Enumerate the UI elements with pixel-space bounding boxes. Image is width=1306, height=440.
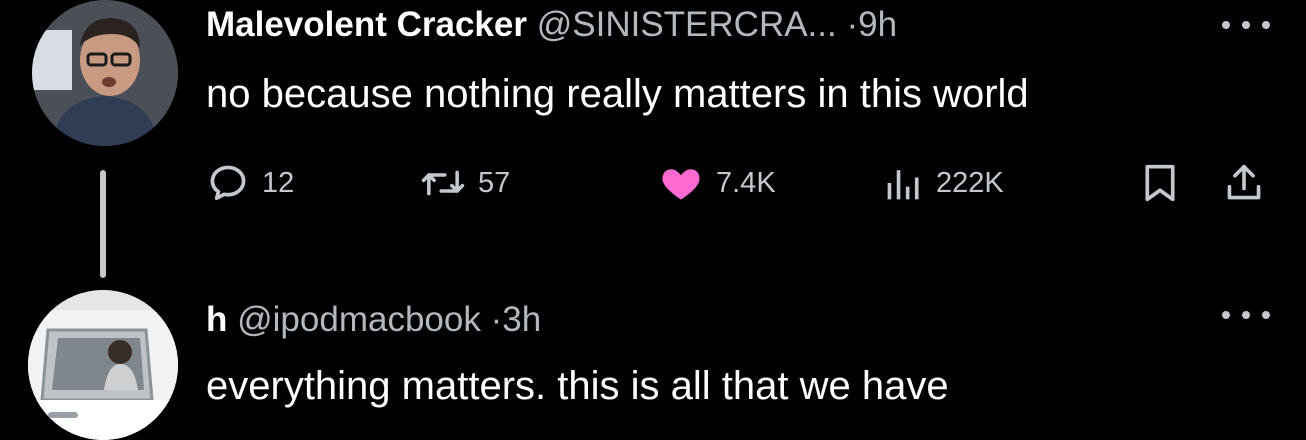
separator-dot: ·	[846, 5, 859, 44]
tweet[interactable]: Malevolent Cracker @SINISTERCRA... ·9h n…	[0, 0, 1306, 280]
bookmark-button[interactable]	[1140, 158, 1180, 208]
man-with-glasses-avatar-icon	[32, 0, 178, 146]
more-dot-icon	[1262, 21, 1270, 29]
more-dot-icon	[1222, 21, 1230, 29]
retweet-button[interactable]: 57	[420, 158, 510, 208]
like-button[interactable]: 7.4K	[658, 158, 776, 208]
tweet-header: h @ipodmacbook ·3h	[206, 298, 541, 342]
like-count: 7.4K	[716, 166, 776, 199]
display-name[interactable]: h	[206, 300, 227, 339]
tweet-header: Malevolent Cracker @SINISTERCRA... ·9h	[206, 3, 897, 47]
separator-dot: ·	[490, 300, 503, 339]
display-name[interactable]: Malevolent Cracker	[206, 5, 527, 44]
more-dot-icon	[1262, 311, 1270, 319]
tweet-text: everything matters. this is all that we …	[206, 364, 949, 408]
share-button[interactable]	[1224, 158, 1264, 208]
avatar[interactable]	[28, 290, 178, 440]
retweet-icon	[421, 170, 465, 196]
handle[interactable]: @ipodmacbook	[237, 300, 481, 339]
avatar[interactable]	[32, 0, 178, 146]
timestamp[interactable]: 3h	[502, 300, 541, 339]
share-icon	[1227, 164, 1261, 200]
views-chart-icon	[887, 170, 919, 200]
reply-button[interactable]: 12	[206, 158, 294, 208]
bookmark-icon	[1145, 164, 1175, 202]
more-dot-icon	[1222, 311, 1230, 319]
heart-icon	[662, 169, 700, 200]
more-options-button[interactable]	[1222, 300, 1270, 330]
more-dot-icon	[1242, 21, 1250, 29]
timestamp[interactable]: 9h	[858, 5, 897, 44]
thread-line	[100, 170, 106, 278]
reply-icon	[210, 165, 246, 201]
retweet-count: 57	[478, 166, 511, 199]
handle[interactable]: @SINISTERCRA...	[537, 5, 837, 44]
tweet-text: no because nothing really matters in thi…	[206, 72, 1029, 116]
views-count: 222K	[936, 166, 1004, 199]
tweet-actions: 12 57 7.4K 222K	[206, 158, 1276, 208]
more-options-button[interactable]	[1222, 10, 1270, 40]
more-dot-icon	[1242, 311, 1250, 319]
tweet[interactable]: h @ipodmacbook ·3h everything matters. t…	[0, 280, 1306, 440]
reply-count: 12	[262, 166, 295, 199]
views-button[interactable]: 222K	[884, 158, 1004, 208]
person-in-car-avatar-icon	[28, 290, 178, 440]
